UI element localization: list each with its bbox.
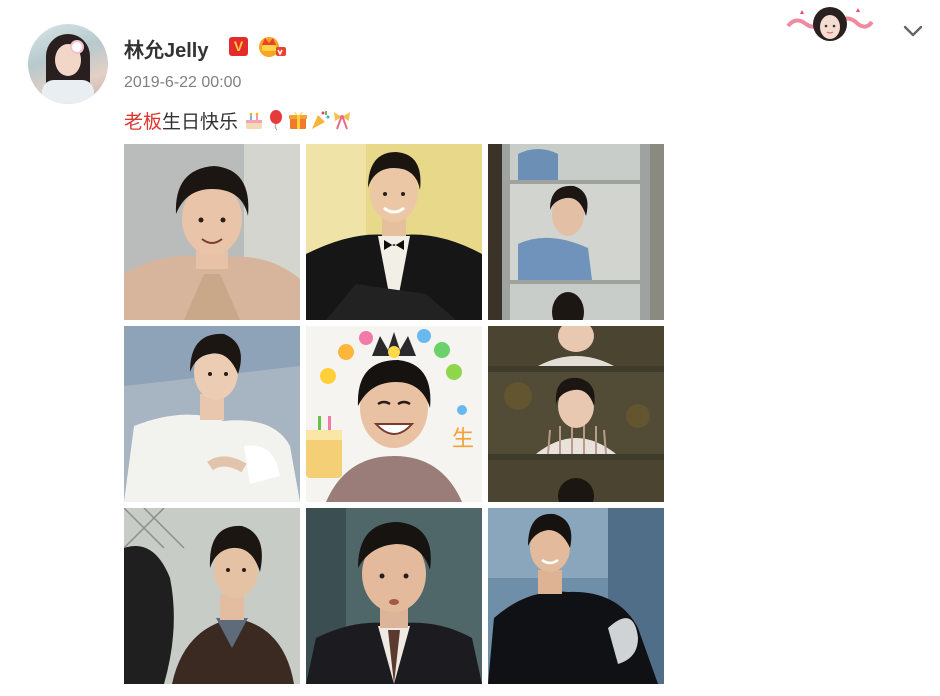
profile-sticker[interactable] <box>786 4 874 44</box>
image-tile-6[interactable] <box>488 326 664 502</box>
image-tile-1[interactable] <box>124 144 300 320</box>
party-popper-icon <box>312 111 330 129</box>
avatar-shirt <box>42 80 94 104</box>
gift-icon <box>289 111 308 129</box>
verified-badge[interactable]: V <box>229 37 248 56</box>
post-text-body: 生日快乐 <box>162 112 239 133</box>
image-tile-4[interactable] <box>124 326 300 502</box>
image-tile-9[interactable] <box>488 508 664 684</box>
post-menu-button[interactable] <box>900 20 926 42</box>
avatar[interactable] <box>28 24 108 104</box>
balloon-icon <box>270 110 283 131</box>
image-tile-8[interactable] <box>306 508 482 684</box>
chevron-down-icon <box>903 25 923 37</box>
user-name[interactable]: 林允Jelly <box>124 34 208 63</box>
ribbon-icon <box>334 112 351 130</box>
image-tile-2[interactable] <box>306 144 482 320</box>
image-tile-5[interactable]: 生 <box>306 326 482 502</box>
post-timestamp[interactable]: 2019-6-22 00:00 <box>124 74 241 92</box>
post-text: 老板生日快乐 <box>124 107 353 134</box>
image-grid: 生 <box>124 144 664 686</box>
avatar-flower <box>72 42 82 52</box>
topic-link[interactable]: 老板 <box>124 112 162 133</box>
birthday-cake-icon <box>246 112 263 129</box>
image-tile-3[interactable] <box>488 144 664 320</box>
svg-text:生: 生 <box>452 427 474 452</box>
image-tile-7[interactable] <box>124 508 300 684</box>
crown-vip-icon[interactable] <box>257 33 287 59</box>
